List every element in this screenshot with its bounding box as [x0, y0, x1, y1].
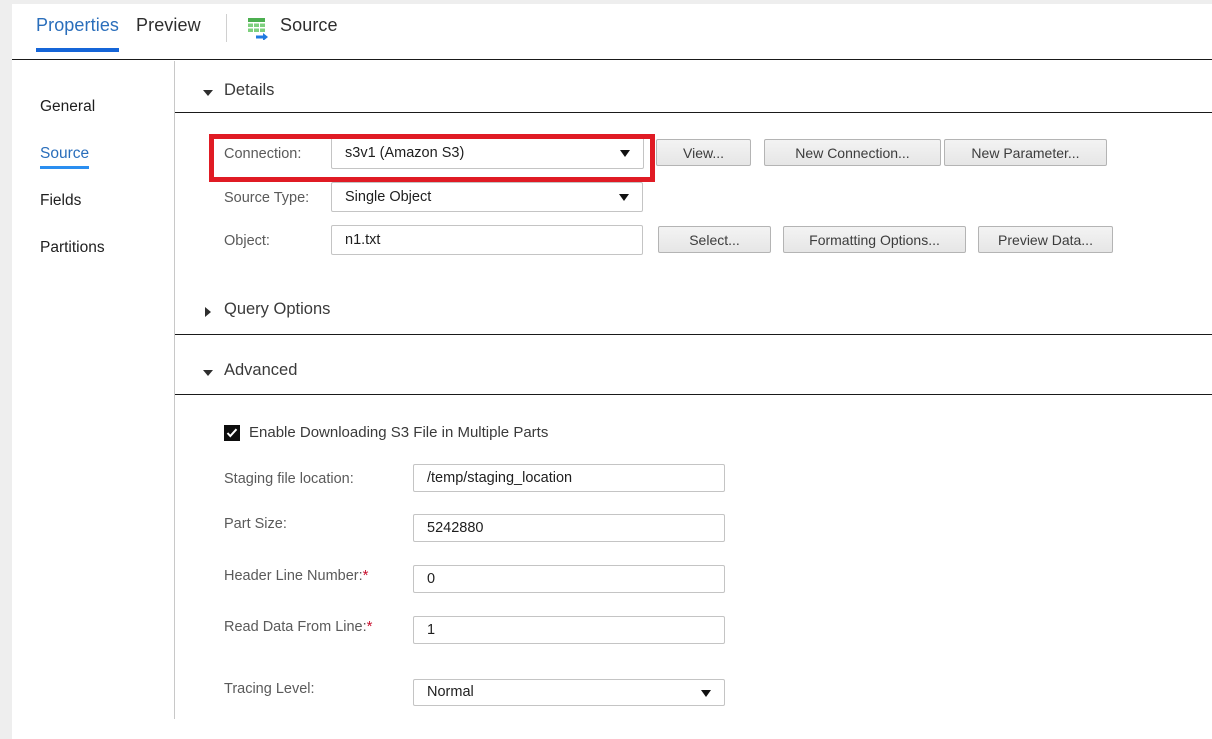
tab-bar: Properties Preview Source [12, 4, 1212, 60]
chevron-right-icon-query-options [205, 307, 211, 317]
enable-multipart-checkbox[interactable] [224, 424, 240, 441]
tab-properties[interactable]: Properties [36, 15, 120, 52]
sidebar-item-fields-label: Fields [40, 192, 82, 209]
sidebar-item-general-label: General [40, 98, 96, 115]
view-button-label: View... [683, 144, 724, 161]
part-size-label: Part Size: [224, 516, 287, 532]
read-data-from-line-label-text: Read Data From Line: [224, 619, 367, 635]
tab-preview[interactable]: Preview [136, 15, 201, 36]
header-line-number-required-mark: * [362, 567, 369, 584]
chevron-down-icon-details [203, 90, 213, 96]
new-parameter-button[interactable]: New Parameter... [944, 139, 1107, 166]
properties-panel: Properties Preview Source General Source… [12, 4, 1212, 739]
header-line-number-label-text: Header Line Number: [224, 568, 363, 584]
view-button[interactable]: View... [656, 139, 751, 166]
source-type-value: Single Object [345, 188, 432, 205]
sidebar-item-source-label: Source [40, 145, 90, 162]
new-connection-button-label: New Connection... [795, 144, 910, 161]
read-data-from-line-required-mark: * [366, 618, 373, 635]
connection-value: s3v1 (Amazon S3) [345, 144, 465, 161]
preview-data-button-label: Preview Data... [998, 231, 1093, 248]
tab-properties-label: Properties [36, 15, 120, 35]
chevron-down-icon-advanced [203, 370, 213, 376]
tracing-level-label: Tracing Level: [224, 681, 315, 697]
divider-advanced [175, 394, 1212, 395]
formatting-options-button[interactable]: Formatting Options... [783, 226, 966, 253]
source-type-label: Source Type: [224, 190, 310, 206]
tracing-level-value: Normal [427, 684, 474, 701]
chevron-down-icon-source-type [619, 194, 629, 201]
sidebar-item-fields[interactable]: Fields [40, 192, 81, 210]
chevron-down-icon-connection [620, 150, 630, 157]
tracing-level-select[interactable]: Normal [413, 679, 725, 706]
header-line-number-input[interactable]: 0 [413, 565, 725, 593]
tab-source-label: Source [280, 15, 338, 35]
enable-multipart-row[interactable]: Enable Downloading S3 File in Multiple P… [224, 424, 548, 441]
tab-properties-underline [36, 48, 120, 52]
section-advanced-label: Advanced [224, 361, 298, 379]
section-details-label: Details [224, 81, 275, 99]
object-label: Object: [224, 233, 270, 249]
sidebar-item-partitions[interactable]: Partitions [40, 239, 105, 257]
sidebar-item-source-underline [40, 166, 90, 169]
formatting-options-button-label: Formatting Options... [809, 231, 940, 248]
sidebar-item-source[interactable]: Source [40, 145, 90, 169]
enable-multipart-label: Enable Downloading S3 File in Multiple P… [249, 424, 549, 441]
select-button-label: Select... [689, 231, 740, 248]
header-line-number-label: Header Line Number:* [224, 567, 368, 584]
properties-content: Details Connection: s3v1 (Amazon S3) Vie… [175, 61, 1212, 739]
section-query-options-label: Query Options [224, 300, 331, 318]
new-parameter-button-label: New Parameter... [971, 144, 1080, 161]
staging-file-location-input[interactable]: /temp/staging_location [413, 464, 725, 492]
source-table-arrow-icon [248, 18, 272, 41]
tab-source[interactable]: Source [280, 15, 338, 36]
connection-label: Connection: [224, 146, 302, 162]
tab-divider [226, 14, 227, 42]
part-size-input[interactable]: 5242880 [413, 514, 725, 542]
part-size-value: 5242880 [427, 519, 484, 536]
divider-query-options [175, 334, 1212, 335]
staging-file-location-label: Staging file location: [224, 471, 354, 487]
sidebar-item-partitions-label: Partitions [40, 239, 105, 256]
chevron-down-icon-tracing-level [701, 689, 711, 697]
read-data-from-line-label: Read Data From Line:* [224, 618, 373, 635]
staging-file-location-value: /temp/staging_location [427, 469, 573, 486]
sidebar: General Source Fields Partitions [12, 61, 175, 719]
header-line-number-value: 0 [427, 570, 436, 587]
connection-select[interactable]: s3v1 (Amazon S3) [331, 137, 644, 169]
select-button[interactable]: Select... [658, 226, 771, 253]
preview-data-button[interactable]: Preview Data... [978, 226, 1113, 253]
sidebar-item-general[interactable]: General [40, 98, 95, 116]
object-value: n1.txt [345, 231, 381, 248]
read-data-from-line-value: 1 [427, 621, 436, 638]
object-input[interactable]: n1.txt [331, 225, 643, 255]
divider-details [175, 112, 1212, 113]
read-data-from-line-input[interactable]: 1 [413, 616, 725, 644]
source-type-select[interactable]: Single Object [331, 182, 643, 212]
new-connection-button[interactable]: New Connection... [764, 139, 941, 166]
tab-preview-label: Preview [136, 15, 201, 35]
